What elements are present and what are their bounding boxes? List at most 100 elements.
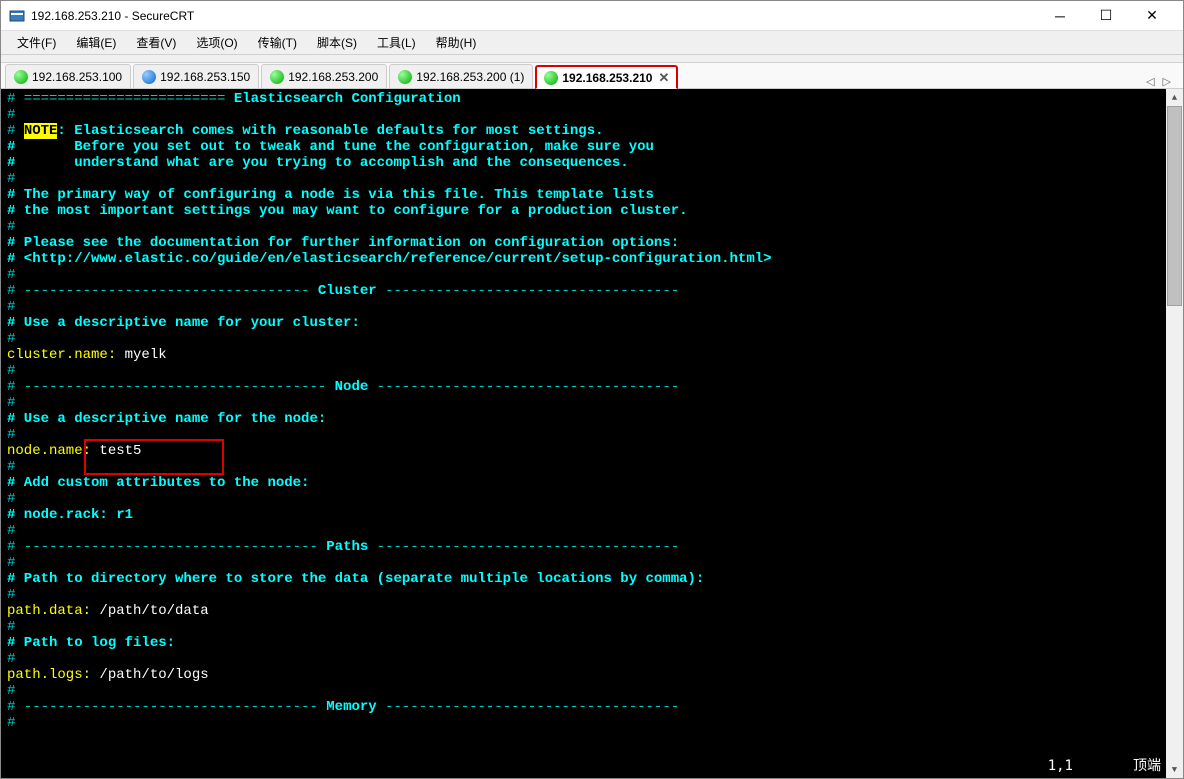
text: # [7,459,1177,475]
text: Memory [326,699,376,715]
text: # [7,363,1177,379]
session-tab[interactable]: 192.168.253.100 [5,64,131,88]
menu-file[interactable]: 文件(F) [7,32,66,53]
text: ----------------------------------- [377,283,679,299]
scrollbar[interactable]: ▲ ▼ [1166,89,1183,778]
text: # understand what are you trying to acco… [7,155,1177,171]
config-key: path.logs: [7,667,91,683]
text: # ----------------------------------- [7,699,326,715]
session-tab[interactable]: 192.168.253.200 (1) [389,64,533,88]
scroll-down-button[interactable]: ▼ [1166,761,1183,778]
config-value: /path/to/data [91,603,209,619]
text: # [7,395,1177,411]
close-button[interactable]: ✕ [1129,1,1175,31]
session-tab[interactable]: 192.168.253.150 [133,64,259,88]
toolbar [1,55,1183,63]
tab-label: 192.168.253.200 (1) [416,70,524,84]
close-icon[interactable]: ✕ [658,70,669,86]
terminal-content: # ======================== Elasticsearch… [1,89,1183,733]
note-label: NOTE [24,123,58,139]
cursor-position: 1,1 [1048,758,1073,774]
config-key: node.name: [7,443,91,459]
scrollbar-thumb[interactable] [1167,106,1182,306]
menu-view[interactable]: 查看(V) [126,32,186,53]
text: # [7,491,1177,507]
text: Node [335,379,369,395]
terminal[interactable]: # ======================== Elasticsearch… [1,89,1183,778]
tab-label: 192.168.253.200 [288,70,378,84]
text: ------------------------------------ [368,539,679,555]
text: # [7,651,1177,667]
tab-prev[interactable]: ◁ [1146,75,1154,88]
app-icon [9,8,25,24]
minimize-button[interactable]: ─ [1037,1,1083,31]
tab-label: 192.168.253.150 [160,70,250,84]
text: ----------------------------------- [377,699,679,715]
menubar: 文件(F) 编辑(E) 查看(V) 选项(O) 传输(T) 脚本(S) 工具(L… [1,31,1183,55]
check-icon [14,70,28,84]
text: # [7,107,1177,123]
window-controls: ─ ☐ ✕ [1037,1,1175,31]
menu-tools[interactable]: 工具(L) [367,32,426,53]
text: # node.rack: r1 [7,507,1177,523]
config-key: path.data: [7,603,91,619]
check-icon [270,70,284,84]
text: # Use a descriptive name for your cluste… [7,315,1177,331]
text: # [7,299,1177,315]
scroll-up-button[interactable]: ▲ [1166,89,1183,106]
text: # [7,171,1177,187]
text: : Elasticsearch comes with reasonable de… [57,123,603,139]
text: Elasticsearch Configuration [234,91,461,107]
text: # Path to log files: [7,635,1177,651]
session-tab-active[interactable]: 192.168.253.210 ✕ [535,65,678,89]
text: # Before you set out to tweak and tune t… [7,139,1177,155]
menu-options[interactable]: 选项(O) [186,32,247,53]
text: # [7,267,1177,283]
text: # ---------------------------------- [7,283,318,299]
text: # the most important settings you may wa… [7,203,1177,219]
text: # [7,427,1177,443]
titlebar: 192.168.253.210 - SecureCRT ─ ☐ ✕ [1,1,1183,31]
info-icon [142,70,156,84]
text: # [7,123,24,139]
menu-edit[interactable]: 编辑(E) [66,32,126,53]
menu-script[interactable]: 脚本(S) [307,32,367,53]
maximize-button[interactable]: ☐ [1083,1,1129,31]
text: # [7,219,1177,235]
text: # Please see the documentation for furth… [7,235,1177,251]
session-tab[interactable]: 192.168.253.200 [261,64,387,88]
status-mode: 顶端 [1133,758,1161,774]
config-value: myelk [116,347,166,363]
text: # Add custom attributes to the node: [7,475,1177,491]
text: ------------------------------------ [368,379,679,395]
text: Paths [326,539,368,555]
tab-label: 192.168.253.210 [562,71,652,85]
text: # ----------------------------------- [7,539,326,555]
window-title: 192.168.253.210 - SecureCRT [31,9,1037,23]
text: # ======================== [7,91,234,107]
tab-next[interactable]: ▷ [1163,75,1171,88]
tab-label: 192.168.253.100 [32,70,122,84]
tab-nav: ◁ ▷ [1138,75,1179,88]
text: # Path to directory where to store the d… [7,571,1177,587]
text: # [7,331,1177,347]
text: # [7,683,1177,699]
tabbar: 192.168.253.100 192.168.253.150 192.168.… [1,63,1183,89]
text: # [7,523,1177,539]
config-value: test5 [91,443,141,459]
text: # [7,619,1177,635]
text: # The primary way of configuring a node … [7,187,1177,203]
check-icon [398,70,412,84]
text: # [7,715,1177,731]
text: # [7,587,1177,603]
text: # <http://www.elastic.co/guide/en/elasti… [7,251,1177,267]
text: # ------------------------------------ [7,379,335,395]
check-icon [544,71,558,85]
text: Cluster [318,283,377,299]
config-value: /path/to/logs [91,667,209,683]
config-key: cluster.name: [7,347,116,363]
status-bar: 1,1 顶端 [1048,758,1161,774]
menu-help[interactable]: 帮助(H) [426,32,487,53]
menu-transfer[interactable]: 传输(T) [248,32,307,53]
text: # Use a descriptive name for the node: [7,411,1177,427]
